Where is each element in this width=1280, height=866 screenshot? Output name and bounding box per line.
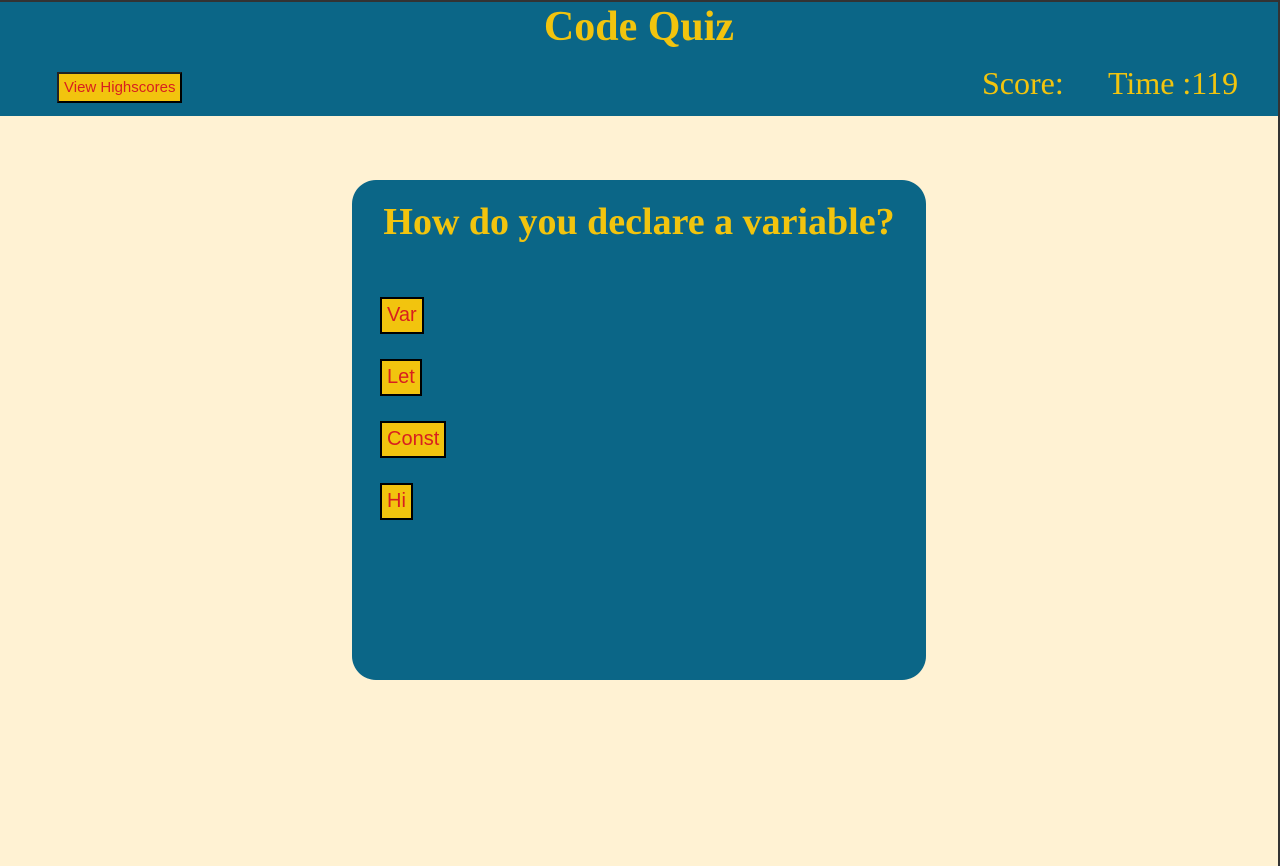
view-highscores-button[interactable]: View Highscores: [57, 72, 183, 103]
top-header: Code Quiz View Highscores Score: Time :1…: [0, 2, 1278, 116]
answer-list: Var Let Const Hi: [380, 297, 447, 545]
answer-button-const[interactable]: Const: [380, 421, 447, 458]
answer-button-let[interactable]: Let: [380, 359, 422, 396]
score-display: Score:: [982, 65, 1064, 101]
answer-button-var[interactable]: Var: [380, 297, 424, 334]
question-text: How do you declare a variable?: [383, 201, 895, 243]
page-title: Code Quiz: [543, 4, 735, 50]
timer-display: Time :119: [1108, 65, 1239, 101]
quiz-card: How do you declare a variable? Var Let C…: [352, 180, 926, 680]
answer-button-hi[interactable]: Hi: [380, 483, 413, 520]
